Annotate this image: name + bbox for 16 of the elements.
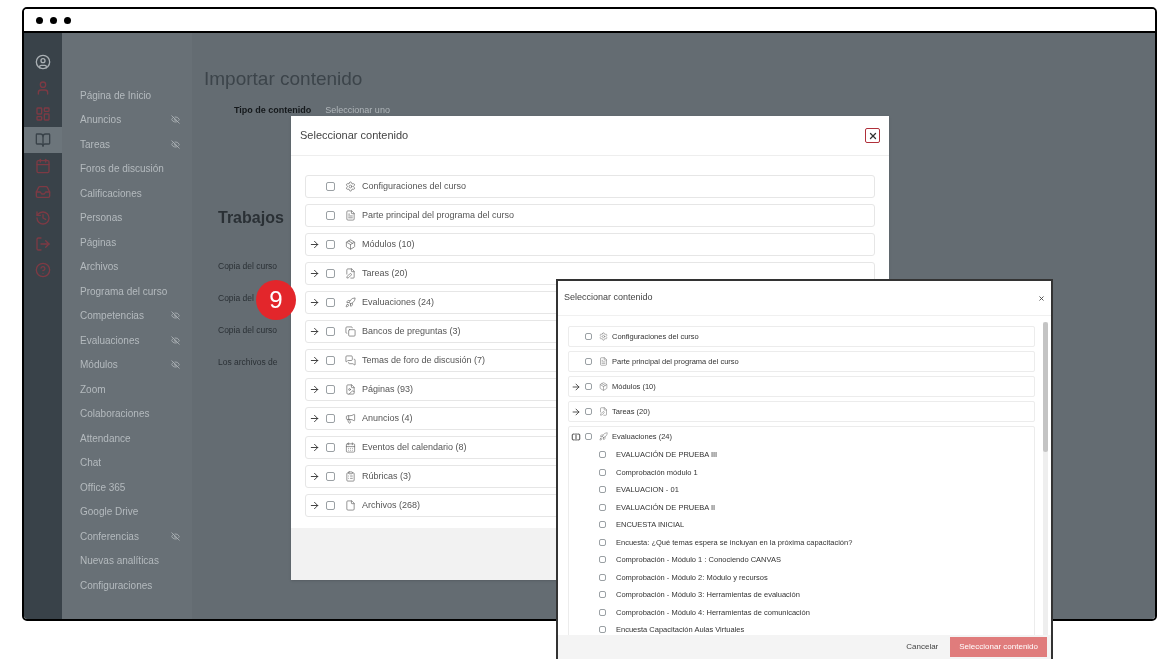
option-label: Archivos (268) bbox=[362, 498, 421, 512]
option-label: Evaluaciones (24) bbox=[362, 295, 435, 309]
option-label: Temas de foro de discusión (7) bbox=[362, 353, 486, 367]
option-label: Eventos del calendario (8) bbox=[362, 440, 467, 454]
option-label: Rúbricas (3) bbox=[362, 469, 411, 483]
option-label: Anuncios (4) bbox=[362, 411, 413, 425]
section-title: Trabajos bbox=[218, 209, 284, 226]
option-label: Tareas (20) bbox=[362, 266, 408, 280]
option-label: Módulos (10) bbox=[362, 237, 415, 251]
option-label: Configuraciones del curso bbox=[362, 179, 467, 193]
option-label: Parte principal del programa del curso bbox=[362, 208, 515, 222]
dialog-title: Seleccionar contenido bbox=[564, 291, 653, 305]
option-label: Páginas (93) bbox=[362, 382, 414, 396]
option-label: Bancos de preguntas (3) bbox=[362, 324, 461, 338]
field-label: Tipo de contenido bbox=[234, 104, 312, 117]
dialog-title: Seleccionar contenido bbox=[300, 128, 409, 144]
